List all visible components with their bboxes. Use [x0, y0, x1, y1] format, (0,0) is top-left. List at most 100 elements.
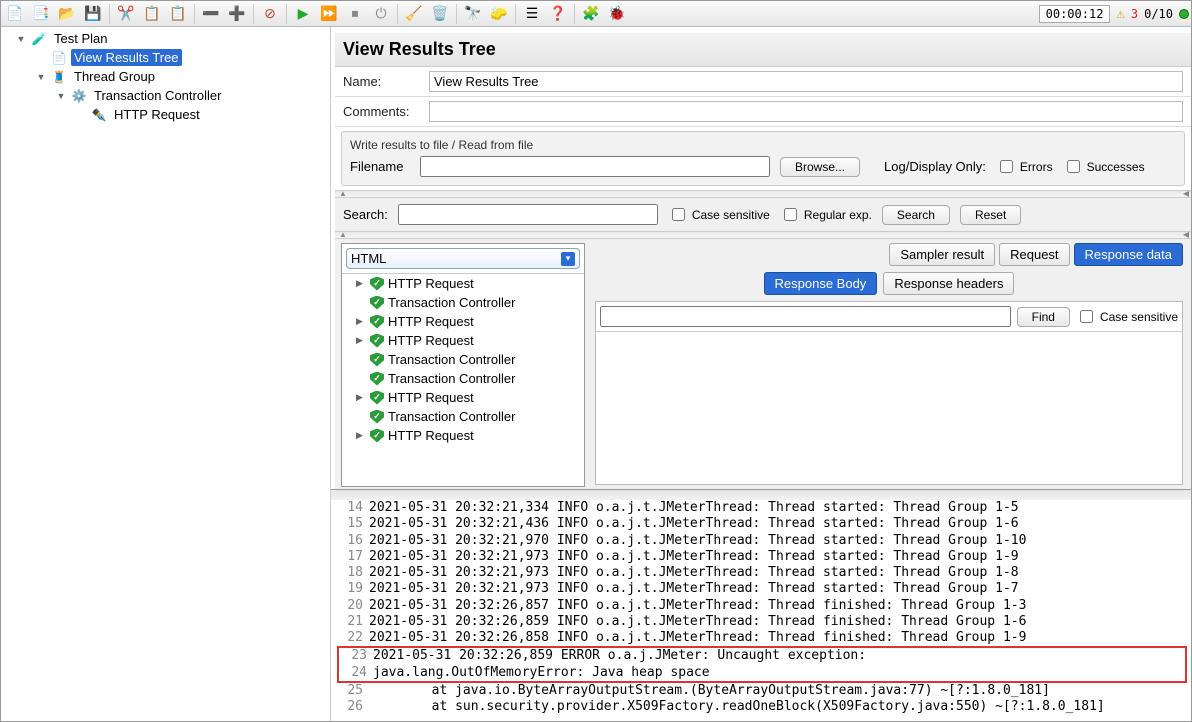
renderer-value: HTML: [351, 251, 386, 266]
copy-icon[interactable]: 📋: [140, 3, 164, 25]
twisty-icon[interactable]: ▶: [356, 316, 366, 327]
log-line: 25 at java.io.ByteArrayOutputStream.(Byt…: [337, 683, 1191, 699]
start-nopause-icon[interactable]: ⏩: [317, 3, 341, 25]
successes-checkbox[interactable]: Successes: [1063, 157, 1145, 176]
renderer-select[interactable]: HTML ▾: [346, 248, 580, 269]
result-label: Transaction Controller: [388, 295, 515, 310]
twisty-icon[interactable]: ▼: [35, 72, 47, 82]
result-item[interactable]: ✓ Transaction Controller: [342, 293, 584, 312]
cut-icon[interactable]: ✂️: [114, 3, 138, 25]
results-list[interactable]: ▶ ✓ HTTP Request ✓ Transaction Controlle…: [342, 273, 584, 486]
open-icon[interactable]: 📂: [55, 3, 79, 25]
clear-icon[interactable]: 🧹: [402, 3, 426, 25]
tab-request[interactable]: Request: [999, 243, 1069, 266]
log-line: 212021-05-31 20:32:26,859 INFO o.a.j.t.J…: [337, 614, 1191, 630]
twisty-icon[interactable]: ▶: [356, 278, 366, 289]
help-icon[interactable]: ❓: [546, 3, 570, 25]
splitter2-icon[interactable]: [335, 231, 1191, 239]
find-input[interactable]: [600, 306, 1011, 327]
node-label: HTTP Request: [111, 106, 203, 123]
paste-icon[interactable]: 📋: [166, 3, 190, 25]
disable-icon[interactable]: ⊘: [258, 3, 282, 25]
run-timer: 00:00:12: [1039, 5, 1111, 23]
warning-icon[interactable]: ⚠: [1116, 6, 1124, 22]
comments-input[interactable]: [429, 101, 1183, 122]
twisty-icon[interactable]: ▶: [356, 335, 366, 346]
result-item[interactable]: ✓ Transaction Controller: [342, 407, 584, 426]
test-plan-tree[interactable]: ▼ 🧪 Test Plan 📄 View Results Tree▼ 🧵 Thr…: [1, 27, 331, 721]
log-line: 222021-05-31 20:32:26,858 INFO o.a.j.t.J…: [337, 630, 1191, 646]
main-toolbar: 📄 📑 📂 💾 ✂️ 📋 📋 ➖ ➕ ⊘ ▶ ⏩ ⏹ ⏻ 🧹 🗑️ 🔭 🧽 ☰ …: [1, 1, 1191, 27]
shutdown-icon[interactable]: ⏻: [369, 3, 393, 25]
broom-icon[interactable]: 🧽: [487, 3, 511, 25]
result-item[interactable]: ▶ ✓ HTTP Request: [342, 426, 584, 445]
result-item[interactable]: ▶ ✓ HTTP Request: [342, 388, 584, 407]
name-label: Name:: [343, 74, 421, 89]
result-item[interactable]: ✓ Transaction Controller: [342, 369, 584, 388]
find-case-checkbox[interactable]: Case sensitive: [1076, 307, 1178, 326]
heap-icon[interactable]: 🧩: [579, 3, 603, 25]
log-line: 172021-05-31 20:32:21,973 INFO o.a.j.t.J…: [337, 549, 1191, 565]
new-icon[interactable]: 📄: [3, 3, 27, 25]
node-icon: ⚙️: [71, 88, 87, 104]
templates-icon[interactable]: 📑: [29, 3, 53, 25]
result-item[interactable]: ▶ ✓ HTTP Request: [342, 331, 584, 350]
plus-icon[interactable]: ➕: [225, 3, 249, 25]
file-legend: Write results to file / Read from file: [350, 138, 1176, 152]
tree-transaction-controller[interactable]: ▼ ⚙️ Transaction Controller: [1, 86, 330, 105]
result-item[interactable]: ▶ ✓ HTTP Request: [342, 312, 584, 331]
find-button[interactable]: Find: [1017, 307, 1070, 327]
success-shield-icon: ✓: [370, 296, 384, 310]
save-icon[interactable]: 💾: [81, 3, 105, 25]
browse-button[interactable]: Browse...: [780, 157, 860, 177]
log-splitter-icon[interactable]: [331, 490, 1191, 500]
twisty-icon[interactable]: ▶: [356, 430, 366, 441]
node-icon: 🧵: [51, 69, 67, 85]
node-icon: 🧪: [31, 31, 47, 47]
minus-icon[interactable]: ➖: [199, 3, 223, 25]
filename-input[interactable]: [420, 156, 770, 177]
twisty-icon[interactable]: ▼: [15, 34, 27, 44]
debug-icon[interactable]: 🐞: [605, 3, 629, 25]
stop-icon[interactable]: ⏹: [343, 3, 367, 25]
log-line: 232021-05-31 20:32:26,859 ERROR o.a.j.JM…: [341, 648, 1183, 664]
reset-button[interactable]: Reset: [960, 205, 1021, 225]
tree-thread-group[interactable]: ▼ 🧵 Thread Group: [1, 67, 330, 86]
tab-response-data[interactable]: Response data: [1074, 243, 1183, 266]
tab-response-headers[interactable]: Response headers: [883, 272, 1014, 295]
result-label: Transaction Controller: [388, 371, 515, 386]
start-icon[interactable]: ▶: [291, 3, 315, 25]
log-line: 24java.lang.OutOfMemoryError: Java heap …: [341, 665, 1183, 681]
tab-response-body[interactable]: Response Body: [764, 272, 878, 295]
panel-title: View Results Tree: [335, 33, 1191, 67]
errors-checkbox[interactable]: Errors: [996, 157, 1053, 176]
node-label: Thread Group: [71, 68, 158, 85]
twisty-icon[interactable]: ▼: [55, 91, 67, 101]
result-label: HTTP Request: [388, 314, 474, 329]
search-case-checkbox[interactable]: Case sensitive: [668, 205, 770, 224]
search-tb-icon[interactable]: 🔭: [461, 3, 485, 25]
search-regex-checkbox[interactable]: Regular exp.: [780, 205, 872, 224]
result-label: HTTP Request: [388, 333, 474, 348]
result-item[interactable]: ✓ Transaction Controller: [342, 350, 584, 369]
search-button[interactable]: Search: [882, 205, 950, 225]
success-shield-icon: ✓: [370, 315, 384, 329]
tree-http-request[interactable]: ✒️ HTTP Request: [1, 105, 330, 124]
search-label: Search:: [343, 207, 388, 222]
log-lines[interactable]: 142021-05-31 20:32:21,334 INFO o.a.j.t.J…: [331, 500, 1191, 721]
log-line: 162021-05-31 20:32:21,970 INFO o.a.j.t.J…: [337, 533, 1191, 549]
tree-view-results-tree[interactable]: 📄 View Results Tree: [1, 48, 330, 67]
node-label: Transaction Controller: [91, 87, 224, 104]
name-input[interactable]: [429, 71, 1183, 92]
tab-sampler-result[interactable]: Sampler result: [889, 243, 995, 266]
tree-test-plan[interactable]: ▼ 🧪 Test Plan: [1, 29, 330, 48]
twisty-icon[interactable]: ▶: [356, 392, 366, 403]
clear-all-icon[interactable]: 🗑️: [428, 3, 452, 25]
splitter-icon[interactable]: [335, 190, 1191, 198]
response-body-area: [596, 332, 1182, 484]
function-icon[interactable]: ☰: [520, 3, 544, 25]
error-highlight-box: 232021-05-31 20:32:26,859 ERROR o.a.j.JM…: [337, 646, 1187, 683]
result-item[interactable]: ▶ ✓ HTTP Request: [342, 274, 584, 293]
success-shield-icon: ✓: [370, 277, 384, 291]
search-input[interactable]: [398, 204, 658, 225]
